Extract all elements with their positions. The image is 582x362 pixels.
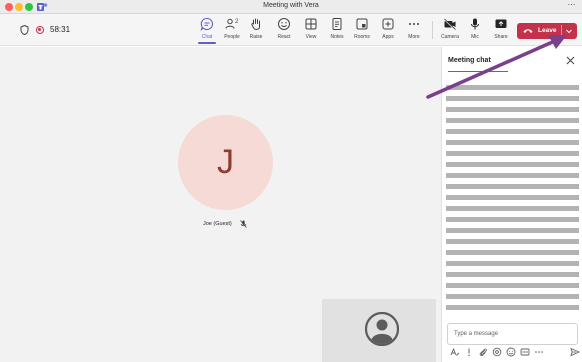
meeting-timer: 58:31 — [50, 25, 71, 34]
shield-icon — [20, 25, 29, 35]
leave-button-label: Leave — [538, 27, 557, 34]
apps-button-label: Apps — [382, 34, 394, 40]
leave-button[interactable]: Leave — [517, 23, 577, 39]
react-button-label: React — [277, 34, 291, 40]
redacted-message — [446, 239, 579, 244]
redacted-message — [446, 217, 579, 222]
redacted-message — [446, 96, 579, 101]
attach-icon[interactable] — [478, 347, 488, 357]
window-title: Meeting with Vera — [263, 2, 319, 9]
self-video-tile[interactable] — [322, 299, 436, 362]
notes-button[interactable]: Notes — [323, 17, 351, 43]
loop-icon[interactable] — [492, 347, 502, 357]
recording-indicator-icon — [36, 26, 44, 34]
meeting-stage: J Joe (Guest) — [0, 47, 441, 362]
apps-icon — [382, 18, 394, 30]
view-button-label: View — [305, 34, 317, 40]
raise-hand-icon — [251, 18, 260, 30]
apps-button[interactable]: Apps — [374, 17, 402, 43]
send-icon[interactable] — [570, 347, 580, 357]
view-grid-icon — [305, 18, 317, 30]
notes-icon — [332, 18, 342, 30]
redacted-message — [446, 272, 579, 277]
redacted-message — [446, 305, 579, 310]
chat-title-underline — [448, 71, 508, 72]
redacted-message — [446, 228, 579, 233]
more-button-label: More — [408, 34, 420, 40]
meeting-chat-panel: Meeting chat Type a message — [441, 47, 582, 362]
react-icon — [278, 18, 290, 30]
mic-icon — [471, 18, 479, 30]
redacted-message — [446, 261, 579, 266]
close-icon[interactable] — [566, 56, 575, 65]
format-icon[interactable] — [450, 347, 460, 357]
compose-toolbar — [450, 347, 580, 359]
view-button[interactable]: View — [297, 17, 325, 43]
user-avatar-icon — [365, 312, 399, 346]
meeting-toolbar: 58:31 Chat 2 People Raise React View Not… — [0, 14, 582, 46]
gif-icon[interactable] — [520, 347, 530, 357]
more-options-icon[interactable] — [534, 347, 544, 357]
redacted-message — [446, 283, 579, 288]
redacted-message — [446, 129, 579, 134]
leave-button-separator — [561, 25, 562, 37]
redacted-message — [446, 162, 579, 167]
redacted-message — [446, 140, 579, 145]
mic-off-icon — [240, 220, 247, 228]
mic-button-label: Mic — [471, 34, 479, 40]
priority-icon[interactable] — [464, 347, 474, 357]
more-button[interactable]: More — [400, 17, 428, 43]
share-button-label: Share — [494, 34, 508, 40]
people-count-badge: 2 — [235, 19, 239, 25]
redacted-message — [446, 173, 579, 178]
chat-panel-title: Meeting chat — [448, 57, 491, 64]
toolbar-divider — [432, 21, 433, 39]
window-more-icon[interactable]: ⋯ — [568, 0, 577, 9]
redacted-message — [446, 151, 579, 156]
redacted-message — [446, 294, 579, 299]
camera-button[interactable]: Camera — [436, 17, 464, 43]
camera-off-icon — [443, 18, 456, 31]
share-button[interactable]: Share — [487, 17, 515, 43]
redacted-message — [446, 107, 579, 112]
window-title-bar: Meeting with Vera ⋯ — [0, 0, 582, 14]
raise-hand-button[interactable]: Raise — [242, 17, 270, 43]
redacted-message — [446, 206, 579, 211]
redacted-message — [446, 195, 579, 200]
rooms-button[interactable]: Rooms — [348, 17, 376, 43]
react-button[interactable]: React — [270, 17, 298, 43]
share-icon — [495, 19, 507, 28]
more-icon — [409, 23, 419, 25]
notes-button-label: Notes — [330, 34, 344, 40]
chevron-down-icon[interactable] — [564, 26, 574, 36]
raise-button-label: Raise — [249, 34, 263, 40]
redacted-message — [446, 250, 579, 255]
redacted-message — [446, 184, 579, 189]
chat-button[interactable]: Chat — [193, 17, 221, 44]
redacted-message — [446, 85, 579, 90]
chat-button-label: Chat — [201, 34, 213, 40]
participant-avatar: J — [178, 115, 273, 210]
mic-button[interactable]: Mic — [461, 17, 489, 43]
chat-message-list — [446, 75, 579, 315]
chat-compose-input[interactable]: Type a message — [447, 323, 578, 345]
redacted-message — [446, 118, 579, 123]
camera-button-label: Camera — [441, 34, 459, 40]
participant-name: Joe (Guest) — [203, 221, 232, 227]
hang-up-icon — [523, 29, 533, 33]
participant-initial: J — [217, 143, 234, 181]
rooms-icon — [356, 18, 368, 30]
emoji-icon[interactable] — [506, 347, 516, 357]
rooms-button-label: Rooms — [354, 34, 370, 40]
chat-icon — [200, 17, 213, 31]
